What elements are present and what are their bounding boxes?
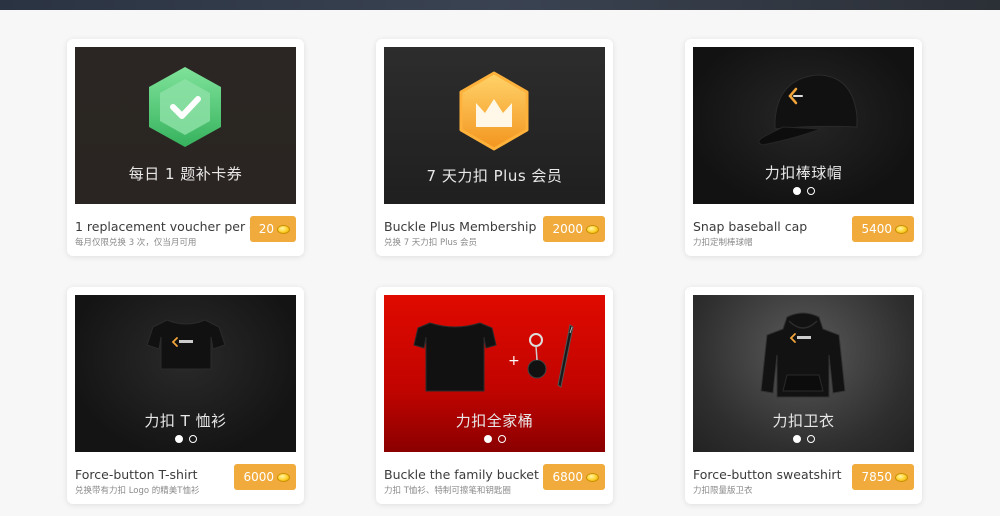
product-name[interactable]: 1 replacement voucher per day xyxy=(75,219,272,234)
product-image-t-shirt[interactable]: 力扣 T 恤衫 xyxy=(75,295,296,452)
carousel-dot[interactable] xyxy=(806,435,815,443)
carousel-dot[interactable] xyxy=(188,435,197,443)
gold-coin-icon xyxy=(895,224,908,234)
price-value: 2000 xyxy=(552,222,583,236)
carousel-dot[interactable] xyxy=(792,187,801,195)
product-card-voucher[interactable]: 每日 1 题补卡券 1 replacement voucher per day … xyxy=(67,39,304,256)
product-image-baseball-cap[interactable]: 力扣棒球帽 xyxy=(693,47,914,204)
product-image-voucher[interactable]: 每日 1 题补卡券 xyxy=(75,47,296,204)
carousel-dots[interactable] xyxy=(75,435,296,443)
product-description: 兑换带有力扣 Logo 的精美T恤衫 xyxy=(75,486,200,496)
carousel-dot[interactable] xyxy=(792,435,801,443)
product-card-baseball-cap[interactable]: 力扣棒球帽 Snap baseball cap 力扣定制棒球帽 5400 xyxy=(685,39,922,256)
product-caption: 力扣 T 恤衫 xyxy=(144,412,227,430)
carousel-dot[interactable] xyxy=(497,435,506,443)
redeem-price-button[interactable]: 5400 xyxy=(852,216,914,242)
redeem-price-button[interactable]: 20 xyxy=(249,216,296,242)
product-image-family-bucket[interactable]: + 力扣全家桶 xyxy=(384,295,605,452)
price-value: 7850 xyxy=(861,470,892,484)
product-name[interactable]: Buckle Plus Membership xyxy=(384,219,536,234)
product-caption: 7 天力扣 Plus 会员 xyxy=(426,167,563,185)
carousel-dot[interactable] xyxy=(483,435,492,443)
product-card-t-shirt[interactable]: 力扣 T 恤衫 Force-button T-shirt 兑换带有力扣 Logo… xyxy=(67,287,304,504)
top-navigation-bar xyxy=(0,0,1000,10)
redeem-price-button[interactable]: 6000 xyxy=(234,464,296,490)
gold-coin-icon xyxy=(586,224,599,234)
product-caption: 力扣棒球帽 xyxy=(764,164,843,182)
product-image-sweatshirt[interactable]: 力扣卫衣 xyxy=(693,295,914,452)
product-card-family-bucket[interactable]: + 力扣全家桶 Buckle the family bucket 力扣 T恤衫、… xyxy=(376,287,613,504)
carousel-dots[interactable] xyxy=(693,435,914,443)
product-card-sweatshirt[interactable]: 力扣卫衣 Force-button sweatshirt 力扣限量版卫衣 785… xyxy=(685,287,922,504)
gold-coin-icon xyxy=(277,472,290,482)
product-card-plus-membership[interactable]: 7 天力扣 Plus 会员 Buckle Plus Membership 兑换 … xyxy=(376,39,613,256)
svg-text:+: + xyxy=(508,353,520,369)
gold-coin-icon xyxy=(277,224,290,234)
product-description: 力扣 T恤衫、特制可擦笔和钥匙圈 xyxy=(384,486,511,496)
price-value: 6800 xyxy=(552,470,583,484)
carousel-dot[interactable] xyxy=(174,435,183,443)
product-description: 力扣定制棒球帽 xyxy=(693,238,753,248)
product-name[interactable]: Force-button T-shirt xyxy=(75,467,197,482)
price-value: 6000 xyxy=(243,470,274,484)
product-image-plus-membership[interactable]: 7 天力扣 Plus 会员 xyxy=(384,47,605,204)
redeem-price-button[interactable]: 6800 xyxy=(543,464,605,490)
product-caption: 力扣全家桶 xyxy=(455,412,534,430)
product-caption: 每日 1 题补卡券 xyxy=(128,165,243,183)
product-name[interactable]: Buckle the family bucket xyxy=(384,467,539,482)
product-description: 兑换 7 天力扣 Plus 会员 xyxy=(384,238,478,248)
redeem-price-button[interactable]: 2000 xyxy=(543,216,605,242)
redeem-price-button[interactable]: 7850 xyxy=(852,464,914,490)
product-description: 力扣限量版卫衣 xyxy=(693,486,753,496)
price-value: 5400 xyxy=(861,222,892,236)
carousel-dot[interactable] xyxy=(806,187,815,195)
carousel-dots[interactable] xyxy=(693,187,914,195)
product-name[interactable]: Snap baseball cap xyxy=(693,219,807,234)
gold-coin-icon xyxy=(586,472,599,482)
gold-coin-icon xyxy=(895,472,908,482)
carousel-dots[interactable] xyxy=(384,435,605,443)
product-description: 每月仅限兑换 3 次，仅当月可用 xyxy=(75,238,197,248)
product-name[interactable]: Force-button sweatshirt xyxy=(693,467,841,482)
product-caption: 力扣卫衣 xyxy=(772,412,835,430)
price-value: 20 xyxy=(258,222,274,236)
